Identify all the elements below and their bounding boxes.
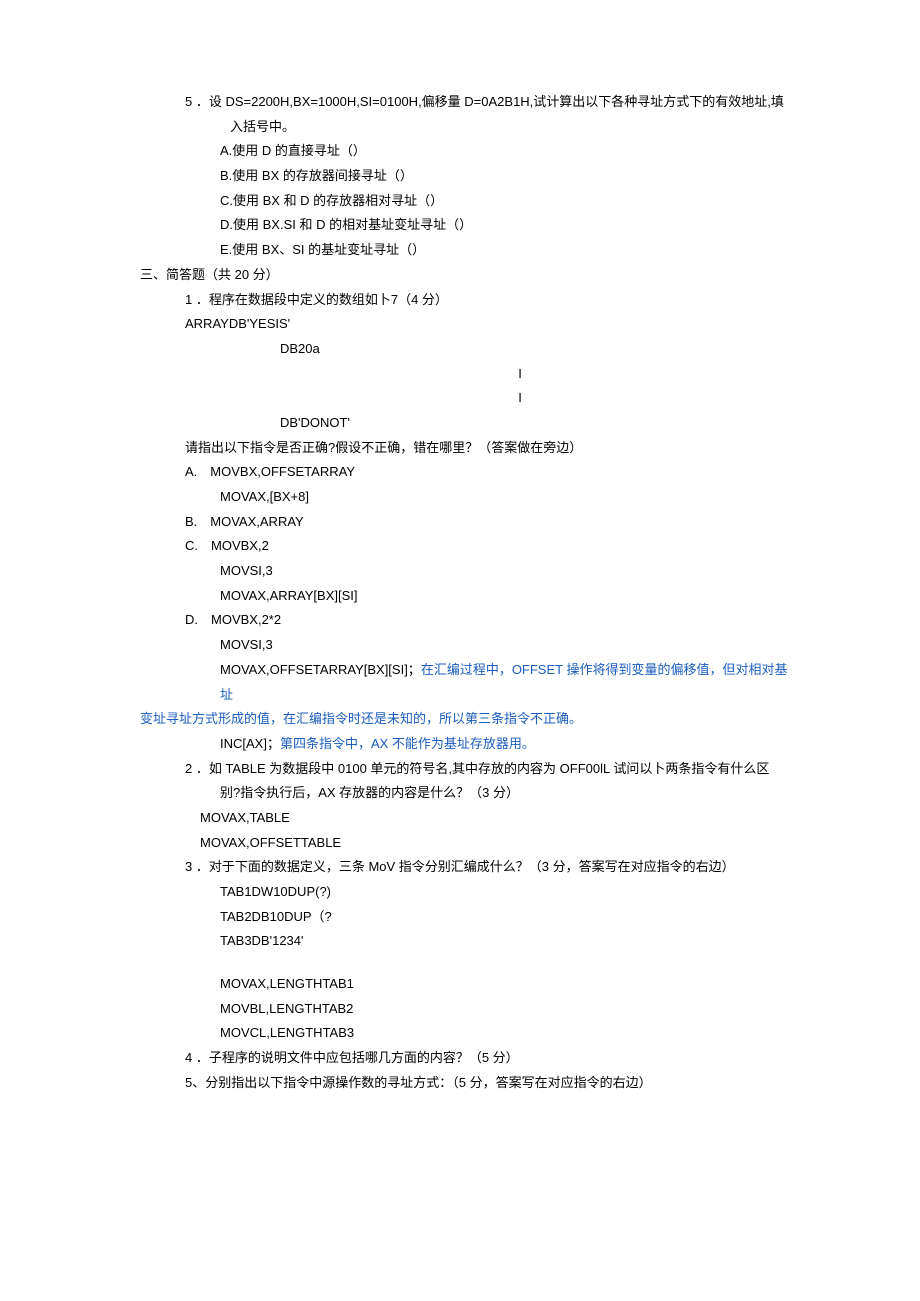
q2-l2: MOVAX,OFFSETTABLE <box>120 831 800 856</box>
q1-ask: 请指出以下指令是否正确?假设不正确，错在哪里？（答案做在旁边） <box>120 436 800 461</box>
q5b-number: 5、 <box>185 1075 205 1090</box>
q5-opt-b: B.使用 BX 的存放器间接寻址（） <box>120 164 800 189</box>
q2-stem-b: 别?指令执行后，AX 存放器的内容是什么？（3 分） <box>120 781 800 806</box>
q5b-stem: 分别指出以下指令中源操作数的寻址方式：（5 分，答案写在对应指令的右边） <box>205 1075 651 1090</box>
question-4: 4 ．子程序的说明文件中应包括哪几方面的内容？（5 分） <box>120 1046 800 1071</box>
q1-d-l4-code: INC[AX]； <box>220 736 280 751</box>
q3-number: 3 ． <box>185 859 209 874</box>
q3-t3: TAB3DB'1234' <box>120 929 800 954</box>
q5-stem-a: 设 DS=2200H,BX=1000H,SI=0100H,偏移量 D=0A2B1… <box>209 94 784 109</box>
document-page: 5 ．设 DS=2200H,BX=1000H,SI=0100H,偏移量 D=0A… <box>0 0 920 1186</box>
q3-m3: MOVCL,LENGTHTAB3 <box>120 1021 800 1046</box>
question-5b: 5、分别指出以下指令中源操作数的寻址方式：（5 分，答案写在对应指令的右边） <box>120 1071 800 1096</box>
q1-d-l2-code: MOVAX,OFFSETARRAY[BX][SI]； <box>220 662 421 677</box>
q5-number: 5 ． <box>185 94 209 109</box>
q1-c-l2: MOVAX,ARRAY[BX][SI] <box>120 584 800 609</box>
q3-m1: MOVAX,LENGTHTAB1 <box>120 972 800 997</box>
q5-opt-a: A.使用 D 的直接寻址（） <box>120 139 800 164</box>
q1-array-line3: DB'DONOT' <box>120 411 800 436</box>
q1-a-head: A. MOVBX,OFFSETARRAY <box>120 460 800 485</box>
q2-number: 2 ． <box>185 761 209 776</box>
question-2: 2 ．如 TABLE 为数据段中 0100 单元的符号名,其中存放的内容为 OF… <box>120 757 800 782</box>
question-5: 5 ．设 DS=2200H,BX=1000H,SI=0100H,偏移量 D=0A… <box>120 90 800 115</box>
q3-t1: TAB1DW10DUP(?) <box>120 880 800 905</box>
q3-t2: TAB2DB10DUP（? <box>120 905 800 930</box>
q1-b-head: B. MOVAX,ARRAY <box>120 510 800 535</box>
q5-opt-c: C.使用 BX 和 D 的存放器相对寻址（） <box>120 189 800 214</box>
q1-array-line2: DB20a <box>120 337 800 362</box>
q4-stem: 子程序的说明文件中应包括哪几方面的内容？（5 分） <box>209 1050 519 1065</box>
question-1: 1 ．程序在数据段中定义的数组如卜7（4 分） <box>120 288 800 313</box>
q1-i-line1: I <box>120 362 800 387</box>
question-3: 3 ．对于下面的数据定义，三条 MoV 指令分别汇编成什么？（3 分，答案写在对… <box>120 855 800 880</box>
q1-number: 1 ． <box>185 292 209 307</box>
q1-array-line1: ARRAYDB'YESIS' <box>120 312 800 337</box>
q1-c-l1: MOVSI,3 <box>120 559 800 584</box>
q4-number: 4 ． <box>185 1050 209 1065</box>
q3-m2: MOVBL,LENGTHTAB2 <box>120 997 800 1022</box>
spacer <box>120 954 800 972</box>
q3-stem: 对于下面的数据定义，三条 MoV 指令分别汇编成什么？（3 分，答案写在对应指令… <box>209 859 735 874</box>
q1-d-head: D. MOVBX,2*2 <box>120 608 800 633</box>
q1-d-l3: 变址寻址方式形成的值，在汇编指令时还是未知的，所以第三条指令不正确。 <box>120 707 800 732</box>
section-3-heading: 三、简答题（共 20 分） <box>120 263 800 288</box>
q1-d-l1: MOVSI,3 <box>120 633 800 658</box>
q1-stem: 程序在数据段中定义的数组如卜7（4 分） <box>209 292 448 307</box>
q1-a-l1: MOVAX,[BX+8] <box>120 485 800 510</box>
q5-stem-cont: 入括号中。 <box>120 115 800 140</box>
q2-l1: MOVAX,TABLE <box>120 806 800 831</box>
q5-opt-d: D.使用 BX.SI 和 D 的相对基址变址寻址（） <box>120 213 800 238</box>
q1-i-line2: I <box>120 386 800 411</box>
q5-opt-e: E.使用 BX、SI 的基址变址寻址（） <box>120 238 800 263</box>
q1-d-l2: MOVAX,OFFSETARRAY[BX][SI]；在汇编过程中，OFFSET … <box>120 658 800 707</box>
q2-stem-a: 如 TABLE 为数据段中 0100 单元的符号名,其中存放的内容为 OFF00… <box>209 761 770 776</box>
q1-d-l4: INC[AX]；第四条指令中，AX 不能作为基址存放器用。 <box>120 732 800 757</box>
q1-d-l4-note: 第四条指令中，AX 不能作为基址存放器用。 <box>280 736 535 751</box>
q1-c-head: C. MOVBX,2 <box>120 534 800 559</box>
